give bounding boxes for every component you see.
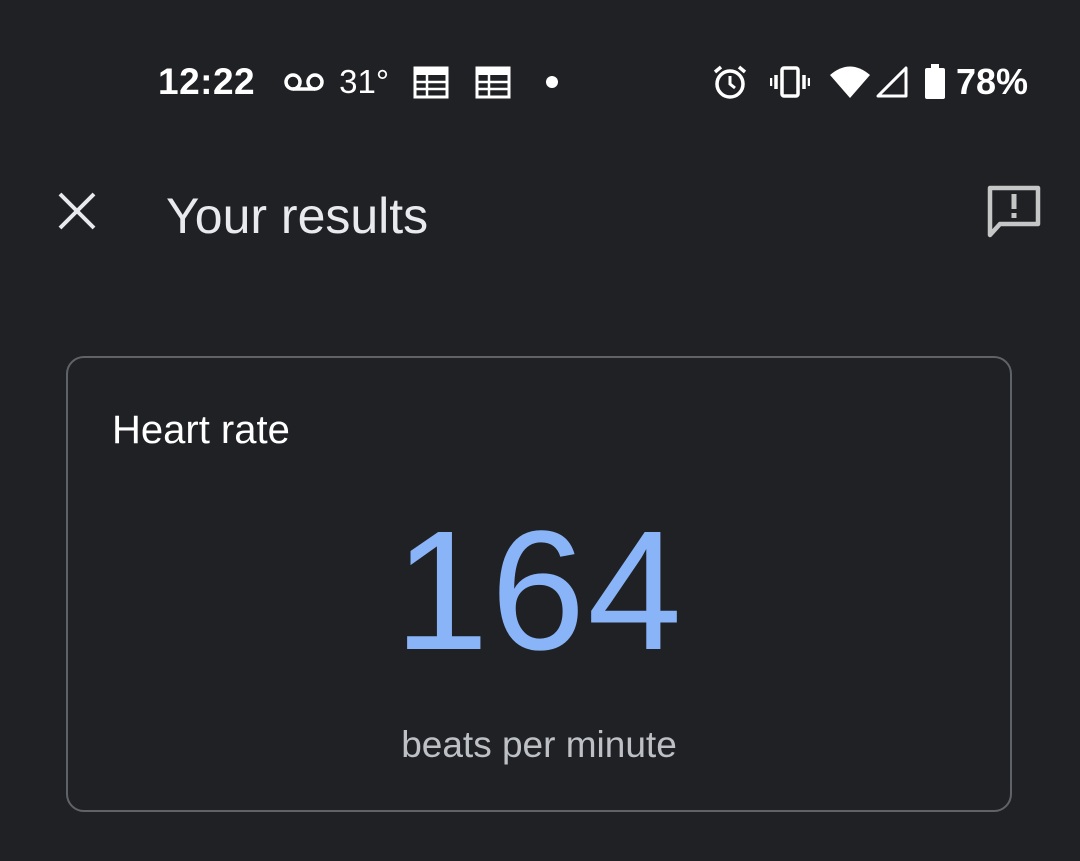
feedback-icon — [985, 183, 1043, 246]
calendar-icon — [475, 65, 511, 99]
vibrate-icon — [769, 66, 810, 98]
heart-rate-unit: beats per minute — [401, 724, 677, 765]
wifi-icon — [829, 66, 870, 98]
voicemail-icon — [283, 70, 325, 94]
status-bar-right: 78% — [712, 58, 1028, 106]
card-title: Heart rate — [112, 408, 290, 452]
page-title: Your results — [166, 188, 429, 244]
feedback-button[interactable] — [980, 180, 1048, 248]
status-temperature: 31° — [339, 63, 390, 100]
status-bar-left: 12:22 31° — [158, 58, 559, 106]
status-time: 12:22 — [158, 61, 256, 102]
alarm-icon — [712, 64, 748, 100]
close-icon — [57, 191, 97, 236]
calendar-icon — [413, 65, 449, 99]
notification-dot-icon — [545, 75, 559, 89]
battery-icon — [924, 64, 946, 100]
battery-percentage: 78% — [955, 61, 1028, 102]
status-bar: 12:22 31° 78% — [0, 0, 1080, 165]
heart-rate-value: 164 — [394, 496, 684, 686]
close-button[interactable] — [50, 186, 104, 240]
heart-rate-card: Heart rate 164 beats per minute — [66, 356, 1012, 812]
cell-signal-icon — [876, 66, 908, 98]
